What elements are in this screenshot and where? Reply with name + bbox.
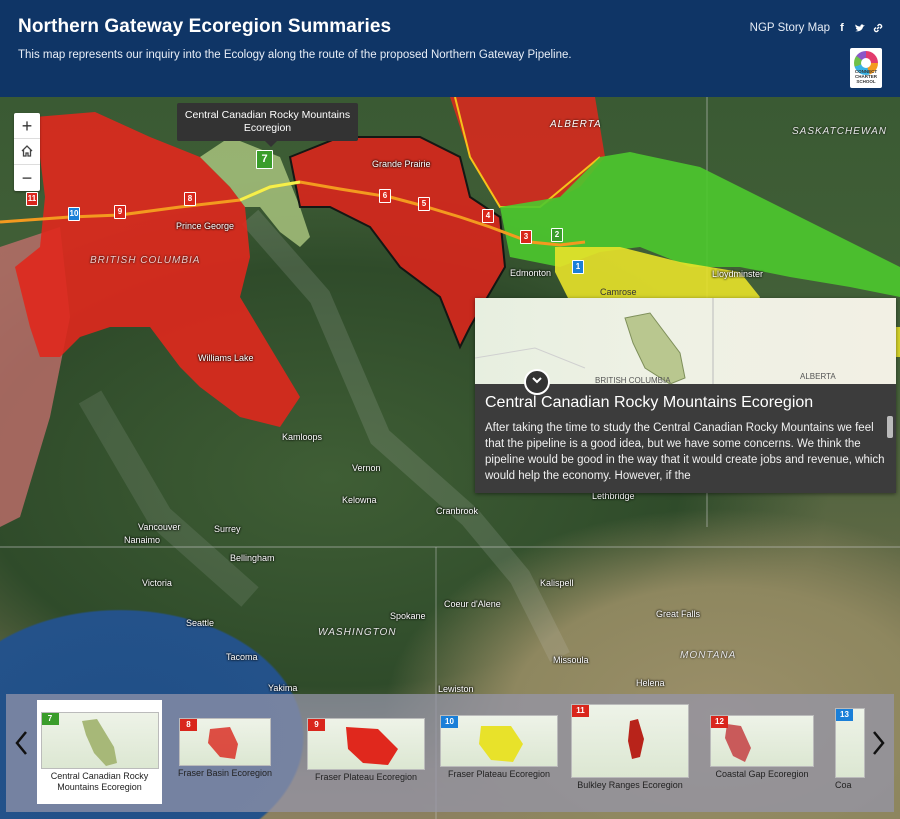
carousel-thumb-image: 8 xyxy=(179,718,271,766)
panel-scrollbar[interactable] xyxy=(887,416,893,438)
ecoregion-carousel: 7 Central Canadian Rocky Mountains Ecore… xyxy=(6,694,894,812)
region-label-montana: MONTANA xyxy=(680,650,737,661)
story-panel: BRITISH COLUMBIA ALBERTA Central Canadia… xyxy=(475,298,896,493)
city-prince-george: Prince George xyxy=(176,221,235,231)
city-lloydminster: Lloydminster xyxy=(712,269,764,279)
panel-title: Central Canadian Rocky Mountains Ecoregi… xyxy=(485,394,814,411)
facebook-icon[interactable]: f xyxy=(836,22,848,34)
city-victoria: Victoria xyxy=(142,578,172,588)
chevron-down-icon xyxy=(532,377,542,384)
city-kalispell: Kalispell xyxy=(540,578,574,588)
carousel-badge: 7 xyxy=(41,713,59,725)
carousel-label: Fraser Plateau Ecoregion xyxy=(314,772,418,782)
city-seattle: Seattle xyxy=(186,618,215,628)
logo-text: CONNECT CHARTER SCHOOL xyxy=(854,69,878,84)
twitter-icon[interactable] xyxy=(854,22,866,34)
route-marker-9[interactable]: 9 xyxy=(114,205,126,219)
carousel-thumb-image: 9 xyxy=(307,718,425,770)
carousel-item-10[interactable]: 10 Fraser Plateau Ecoregion xyxy=(436,715,562,780)
carousel-label: Coa xyxy=(835,780,852,790)
route-marker-1[interactable]: 1 xyxy=(572,260,584,274)
carousel-item-13[interactable]: 13 Coa xyxy=(835,708,865,791)
carousel-thumb-image: 11 xyxy=(571,704,689,778)
city-tacoma: Tacoma xyxy=(226,652,258,662)
carousel-thumb-image: 13 xyxy=(835,708,865,778)
carousel-item-7[interactable]: 7 Central Canadian Rocky Mountains Ecore… xyxy=(37,700,162,804)
carousel-item-12[interactable]: 12 Coastal Gap Ecoregion xyxy=(708,715,816,780)
city-vernon: Vernon xyxy=(352,463,381,473)
city-surrey: Surrey xyxy=(214,524,241,534)
carousel-badge: 11 xyxy=(572,705,589,717)
route-marker-11[interactable]: 11 xyxy=(26,192,38,206)
home-icon xyxy=(21,145,33,157)
route-marker-10[interactable]: 10 xyxy=(68,207,80,221)
panel-collapse-button[interactable] xyxy=(524,369,550,395)
carousel-item-8[interactable]: 8 Fraser Basin Ecoregion xyxy=(173,718,277,779)
route-marker-3[interactable]: 3 xyxy=(520,230,532,244)
region-label-alberta: ALBERTA xyxy=(550,119,602,130)
carousel-label: Coastal Gap Ecoregion xyxy=(715,769,809,779)
region-label-bc: BRITISH COLUMBIA xyxy=(90,255,201,266)
carousel-thumb-image: 10 xyxy=(440,715,558,767)
city-edmonton: Edmonton xyxy=(510,268,552,278)
region-label-saskatchewan: SASKATCHEWAN xyxy=(792,126,887,137)
carousel-badge: 13 xyxy=(836,709,853,721)
carousel-thumb-image: 12 xyxy=(710,715,814,767)
carousel-label: Bulkley Ranges Ecoregion xyxy=(577,780,683,790)
carousel-badge: 8 xyxy=(180,719,197,731)
panel-body: Central Canadian Rocky Mountains Ecoregi… xyxy=(475,384,896,493)
panel-text[interactable]: After taking the time to study the Centr… xyxy=(485,420,886,484)
story-map-link[interactable]: NGP Story Map xyxy=(750,22,830,34)
route-marker-8[interactable]: 8 xyxy=(184,192,196,206)
carousel-item-11[interactable]: 11 Bulkley Ranges Ecoregion xyxy=(569,704,691,791)
carousel-badge: 12 xyxy=(711,716,728,728)
mini-map-label-alberta: ALBERTA xyxy=(800,372,836,381)
city-missoula: Missoula xyxy=(553,655,589,665)
city-helena: Helena xyxy=(636,678,665,688)
map-tooltip: Central Canadian Rocky Mountains Ecoregi… xyxy=(177,103,358,147)
page-subtitle: This map represents our inquiry into the… xyxy=(18,49,572,61)
city-bellingham: Bellingham xyxy=(230,553,275,563)
chevron-left-icon xyxy=(15,731,27,755)
carousel-next-button[interactable] xyxy=(868,730,890,760)
route-marker-2[interactable]: 2 xyxy=(551,228,563,242)
route-marker-5[interactable]: 5 xyxy=(418,197,430,211)
route-marker-4[interactable]: 4 xyxy=(482,209,494,223)
city-great-falls: Great Falls xyxy=(656,609,701,619)
city-coeur-dalene: Coeur d'Alene xyxy=(444,599,501,609)
carousel-badge: 10 xyxy=(441,716,458,728)
app-header: Northern Gateway Ecoregion Summaries Thi… xyxy=(0,0,900,97)
page-title: Northern Gateway Ecoregion Summaries xyxy=(18,16,392,37)
city-nanaimo: Nanaimo xyxy=(124,535,161,545)
route-marker-6[interactable]: 6 xyxy=(379,189,391,203)
city-grande-prairie: Grande Prairie xyxy=(372,159,431,169)
carousel-item-9[interactable]: 9 Fraser Plateau Ecoregion xyxy=(302,718,430,783)
city-williams-lake: Williams Lake xyxy=(198,353,254,363)
region-label-washington: WASHINGTON xyxy=(318,627,397,638)
zoom-out-button[interactable]: − xyxy=(14,165,40,191)
zoom-in-button[interactable]: + xyxy=(14,113,40,139)
city-cranbrook: Cranbrook xyxy=(436,506,479,516)
carousel-label: Fraser Plateau Ecoregion xyxy=(447,769,551,779)
chevron-right-icon xyxy=(873,731,885,755)
city-yakima: Yakima xyxy=(268,683,298,693)
carousel-label: Central Canadian Rocky Mountains Ecoregi… xyxy=(50,771,149,792)
city-kelowna: Kelowna xyxy=(342,495,377,505)
city-spokane: Spokane xyxy=(390,611,426,621)
city-camrose: Camrose xyxy=(600,287,637,297)
school-logo[interactable]: CONNECT CHARTER SCHOOL xyxy=(850,48,882,88)
home-button[interactable] xyxy=(14,139,40,165)
header-links: NGP Story Map f xyxy=(750,22,884,34)
carousel-label: Fraser Basin Ecoregion xyxy=(177,768,273,778)
zoom-controls: + − xyxy=(14,113,40,191)
city-vancouver: Vancouver xyxy=(138,522,181,532)
city-lewiston: Lewiston xyxy=(438,684,474,694)
carousel-prev-button[interactable] xyxy=(10,730,32,760)
carousel-badge: 9 xyxy=(308,719,325,731)
carousel-thumb-image: 7 xyxy=(40,712,159,769)
route-marker-7[interactable]: 7 xyxy=(256,150,273,169)
link-icon[interactable] xyxy=(872,22,884,34)
city-kamloops: Kamloops xyxy=(282,432,323,442)
